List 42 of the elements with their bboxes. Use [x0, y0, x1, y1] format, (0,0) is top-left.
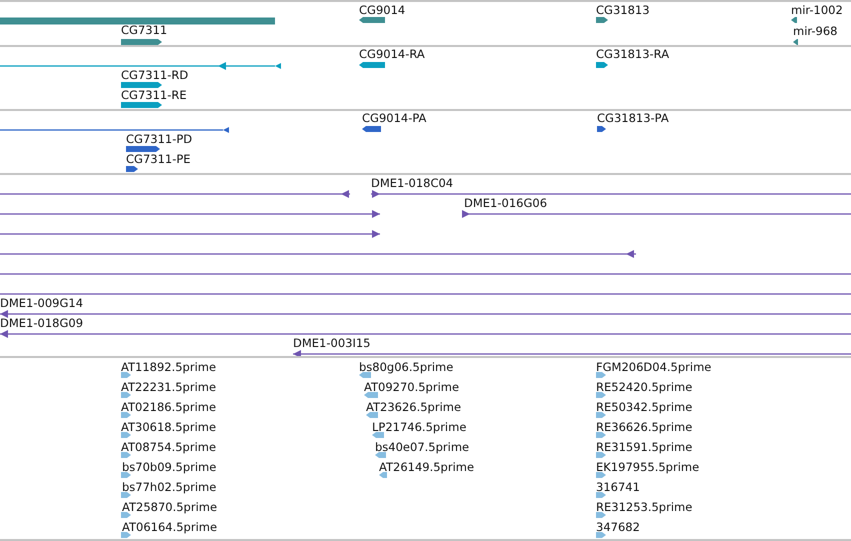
feature-label: 316741	[596, 481, 640, 494]
feature-label: RE52420.5prime	[596, 381, 692, 394]
feature-label: bs70b09.5prime	[122, 461, 216, 474]
feature-label: AT26149.5prime	[379, 461, 474, 474]
feature-label: DME1-018G09	[0, 317, 84, 330]
feature-label: CG7311-RD	[121, 69, 188, 82]
feature-label: bs80g06.5prime	[359, 361, 454, 374]
feature-label: DME1-003I15	[293, 337, 370, 350]
feature-label: AT08754.5prime	[121, 441, 216, 454]
feature-label: CG7311-RE	[121, 89, 187, 102]
feature-label: mir-1002	[791, 4, 843, 17]
feature-label: CG9014-RA	[359, 48, 425, 61]
feature-label: RE31591.5prime	[596, 441, 692, 454]
feature-label: AT06164.5prime	[122, 521, 218, 534]
feature-label: CG9014	[359, 4, 406, 17]
feature-label: CG7311-PE	[126, 153, 191, 166]
feature-label: AT02186.5prime	[121, 401, 216, 414]
feature-label: mir-968	[793, 25, 838, 38]
feature-label: 347682	[596, 521, 640, 534]
feature-label: AT22231.5prime	[121, 381, 216, 394]
feature-label: DME1-018C04	[371, 177, 454, 190]
feature-label: CG31813-PA	[597, 112, 669, 125]
feature-label: LP21746.5prime	[372, 421, 466, 434]
feature-label: AT25870.5prime	[122, 501, 218, 514]
feature-label: bs40e07.5prime	[375, 441, 470, 454]
feature-label: FGM206D04.5prime	[596, 361, 712, 374]
feature-label: CG31813-RA	[596, 48, 670, 61]
feature-label: CG7311-PD	[126, 133, 192, 146]
feature-label: AT30618.5prime	[121, 421, 216, 434]
feature-label: CG31813	[596, 4, 650, 17]
feature-label: AT11892.5prime	[121, 361, 216, 374]
feature-label: RE31253.5prime	[596, 501, 692, 514]
feature-label: DME1-016G06	[464, 197, 548, 210]
feature-label: AT23626.5prime	[366, 401, 462, 414]
feature-label: bs77h02.5prime	[122, 481, 216, 494]
feature-label: AT09270.5prime	[364, 381, 460, 394]
feature-label: DME1-009G14	[0, 297, 84, 310]
feature-label: RE36626.5prime	[596, 421, 692, 434]
feature-label: CG9014-PA	[362, 112, 426, 125]
feature-label: EK197955.5prime	[596, 461, 700, 474]
feature-label: CG7311	[121, 24, 168, 37]
feature-label: RE50342.5prime	[596, 401, 692, 414]
